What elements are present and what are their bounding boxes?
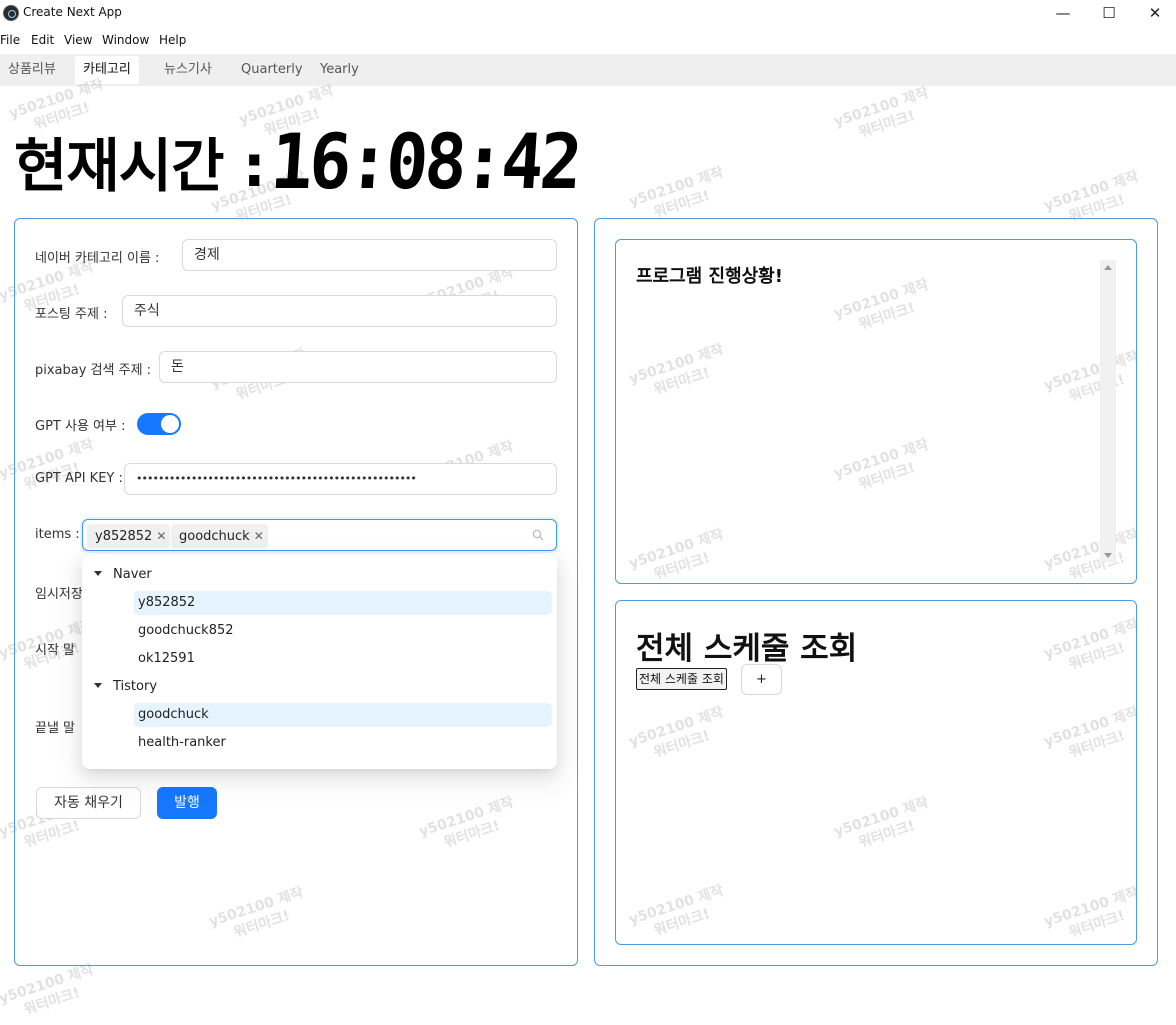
tree-item[interactable]: health-ranker xyxy=(134,731,552,755)
scroll-up-icon[interactable] xyxy=(1104,265,1112,270)
gpt-api-key-label: GPT API KEY : xyxy=(35,471,123,486)
publish-button[interactable]: 발행 xyxy=(157,787,217,819)
tab-category[interactable]: 카테고리 xyxy=(75,56,139,84)
tree-item[interactable]: ok12591 xyxy=(134,647,552,671)
menu-view[interactable]: View xyxy=(64,33,92,47)
watermark-text: y502100 제작워터마크! xyxy=(0,961,96,1019)
items-tree-select[interactable]: y852852 ✕ goodchuck ✕ xyxy=(82,519,557,551)
status-panel: 프로그램 진행상황! 전체 스케줄 조회 전체 스케줄 조회 + xyxy=(594,218,1158,966)
clock-time: 16:08:42 xyxy=(267,116,582,206)
end-phrase-label: 끝낼 말 xyxy=(35,721,76,736)
minimize-button[interactable]: — xyxy=(1040,2,1086,24)
tag-remove-icon[interactable]: ✕ xyxy=(156,529,166,543)
menu-window[interactable]: Window xyxy=(102,33,149,47)
gpt-usage-label: GPT 사용 여부 : xyxy=(35,419,126,434)
tag-label: y852852 xyxy=(95,529,153,544)
pixabay-topic-input[interactable]: 돈 xyxy=(159,351,557,383)
tree-group-naver[interactable]: Naver xyxy=(94,561,152,589)
temp-save-label: 임시저장 xyxy=(35,587,83,602)
tab-quarterly[interactable]: Quarterly xyxy=(233,56,311,84)
gpt-usage-toggle[interactable] xyxy=(137,413,181,435)
start-phrase-label: 시작 말 xyxy=(35,643,76,658)
gpt-api-key-input[interactable]: ••••••••••••••••••••••••••••••••••••••••… xyxy=(124,463,557,495)
view-all-schedule-button[interactable]: 전체 스케줄 조회 xyxy=(636,668,727,690)
items-label: items : xyxy=(35,527,80,542)
close-button[interactable]: ✕ xyxy=(1132,2,1176,24)
watermark-text: y502100 제작워터마크! xyxy=(832,84,931,142)
pixabay-topic-label: pixabay 검색 주제 : xyxy=(35,363,152,378)
tag-remove-icon[interactable]: ✕ xyxy=(254,529,264,543)
schedule-panel: 전체 스케줄 조회 전체 스케줄 조회 + xyxy=(615,600,1137,945)
menu-bar: File Edit View Window Help xyxy=(0,28,1176,52)
window-title: Create Next App xyxy=(23,5,122,19)
add-schedule-button[interactable]: + xyxy=(741,664,782,695)
progress-scrollbar[interactable] xyxy=(1100,260,1116,562)
caret-down-icon[interactable] xyxy=(94,571,102,576)
scroll-down-icon[interactable] xyxy=(1104,553,1112,558)
tag-label: goodchuck xyxy=(179,529,250,544)
maximize-button[interactable]: ☐ xyxy=(1086,2,1132,24)
progress-panel: 프로그램 진행상황! xyxy=(615,239,1137,584)
tree-item[interactable]: goodchuck xyxy=(134,703,552,727)
items-tree-dropdown: Naver y852852 goodchuck852 ok12591 Tisto… xyxy=(82,555,557,769)
menu-file[interactable]: File xyxy=(0,33,20,47)
category-name-input[interactable]: 경제 xyxy=(182,239,557,271)
electron-app-icon xyxy=(3,5,19,21)
menu-edit[interactable]: Edit xyxy=(31,33,54,47)
menu-help[interactable]: Help xyxy=(159,33,186,47)
search-icon xyxy=(532,529,544,541)
category-name-label: 네이버 카테고리 이름 : xyxy=(35,251,160,266)
current-time-display: 현재시간 : 16:08:42 xyxy=(14,116,605,206)
posting-topic-input[interactable]: 주식 xyxy=(122,295,557,327)
tree-group-tistory[interactable]: Tistory xyxy=(94,673,157,701)
tree-group-label: Naver xyxy=(113,567,152,582)
tab-product-review[interactable]: 상품리뷰 xyxy=(0,56,64,84)
autofill-button[interactable]: 자동 채우기 xyxy=(36,787,141,819)
tab-news[interactable]: 뉴스기사 xyxy=(156,56,220,84)
tree-item[interactable]: y852852 xyxy=(134,591,552,615)
progress-title: 프로그램 진행상황! xyxy=(636,266,783,287)
tab-yearly[interactable]: Yearly xyxy=(312,56,367,84)
toggle-knob xyxy=(161,415,179,433)
tree-group-label: Tistory xyxy=(113,679,158,694)
tree-item[interactable]: goodchuck852 xyxy=(134,619,552,643)
schedule-title: 전체 스케줄 조회 xyxy=(636,631,858,667)
tab-bar: 상품리뷰 카테고리 뉴스기사 Quarterly Yearly xyxy=(0,54,1176,86)
posting-topic-label: 포스팅 주제 : xyxy=(35,307,108,322)
clock-label: 현재시간 : xyxy=(14,132,266,200)
selected-tag: goodchuck ✕ xyxy=(171,524,268,548)
caret-down-icon[interactable] xyxy=(94,683,102,688)
selected-tag: y852852 ✕ xyxy=(87,524,171,548)
window-titlebar: Create Next App — ☐ ✕ xyxy=(0,0,1176,28)
